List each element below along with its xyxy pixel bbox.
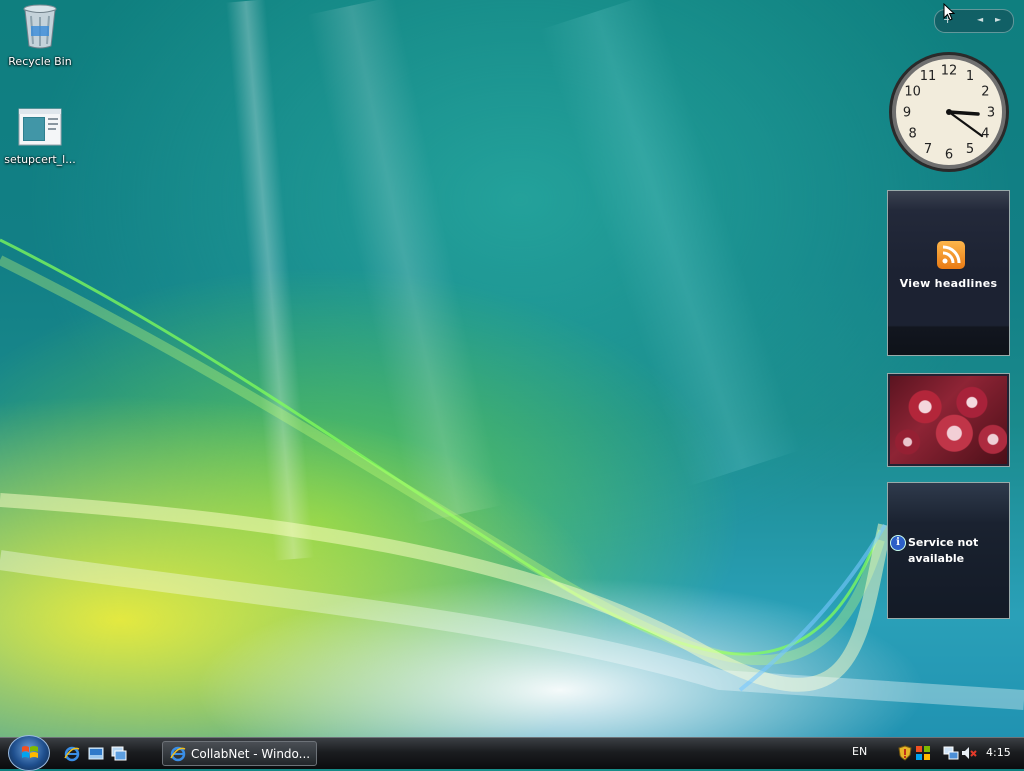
show-desktop-icon[interactable] [88,746,104,762]
windows-orb-icon [22,746,38,758]
taskbar: CollabNet - Windo... EN 4:15 [0,735,1024,771]
security-shield-icon[interactable] [897,745,913,761]
volume-muted-icon[interactable] [961,745,977,761]
language-indicator[interactable]: EN [852,745,867,758]
sidebar-prev-button[interactable]: ◄ [977,15,983,24]
clock-numeral: 9 [903,106,911,121]
clock-numeral: 10 [904,85,921,100]
clock-numeral: 8 [908,127,916,142]
desktop-icon-setupcert[interactable]: setupcert_l... [2,108,78,166]
weather-gadget[interactable]: i Service not available [887,482,1010,619]
clock-numeral: 5 [966,142,974,157]
network-icon[interactable] [943,745,959,761]
clock-numeral: 12 [941,64,958,79]
feed-headlines-gadget[interactable]: View headlines [887,190,1010,356]
desktop-icon-label: Recycle Bin [8,55,72,68]
service-status-text: Service not available [908,536,979,565]
rss-icon [937,241,965,269]
view-headlines-link[interactable]: View headlines [888,277,1009,290]
sidebar-next-button[interactable]: ► [995,15,1001,24]
clock-numeral: 1 [966,69,974,84]
clock-numeral: 6 [945,148,953,163]
clock-numeral: 4 [981,127,989,142]
desktop-icon-recycle-bin[interactable]: Recycle Bin [2,2,78,68]
info-icon: i [890,535,906,551]
slideshow-photo [890,376,1007,464]
taskbar-window-title: CollabNet - Windo... [191,747,311,761]
clock-numeral: 11 [920,69,937,84]
desktop-icon-label: setupcert_l... [4,153,76,166]
taskbar-clock[interactable]: 4:15 [986,746,1011,759]
installer-file-icon [2,108,78,151]
mouse-pointer-icon [943,3,955,21]
windows-update-icon[interactable] [915,745,931,761]
internet-explorer-icon [170,746,186,762]
clock-numeral: 3 [987,106,995,121]
taskbar-window-collabnet[interactable]: CollabNet - Windo... [162,741,317,766]
switch-windows-icon[interactable] [111,746,127,762]
clock-numeral: 7 [924,142,932,157]
clock-gadget[interactable]: 12 1 2 3 4 5 6 7 8 9 10 11 [887,50,1011,174]
start-button[interactable] [8,735,50,771]
recycle-bin-icon [2,2,78,53]
slideshow-gadget[interactable] [887,373,1010,467]
clock-numeral: 2 [981,85,989,100]
internet-explorer-icon[interactable] [64,746,80,762]
